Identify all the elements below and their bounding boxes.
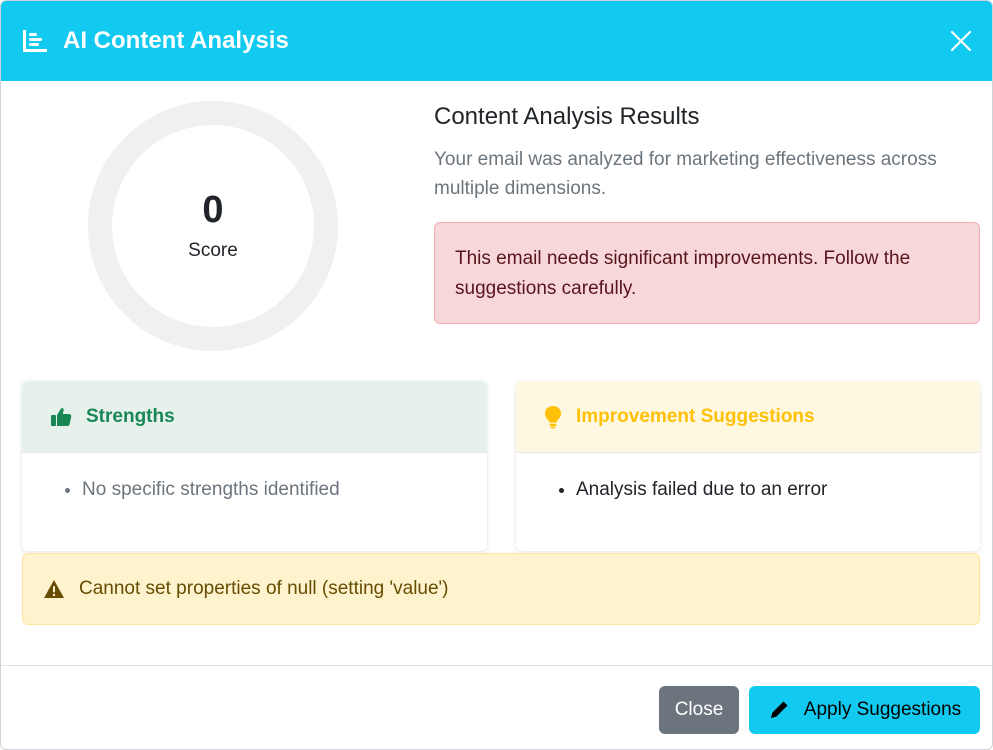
strengths-title: Strengths [86,405,175,427]
chart-bar-icon [21,27,49,55]
modal-title: AI Content Analysis [63,27,289,54]
score-value: 0 [202,189,224,232]
thumbs-up-icon [50,407,72,427]
improvement-alert: This email needs significant improvement… [434,222,980,324]
improvements-list: Analysis failed due to an error [516,453,980,503]
list-item: Analysis failed due to an error [576,477,980,503]
modal-header: AI Content Analysis [1,1,992,81]
pencil-icon [768,699,790,721]
apply-suggestions-label: Apply Suggestions [803,699,962,720]
apply-suggestions-button[interactable]: Apply Suggestions [749,686,980,734]
lightbulb-icon [544,405,562,429]
results-title: Content Analysis Results [434,103,700,130]
modal-footer: Close Apply Suggestions [1,665,992,749]
score-ring: 0 Score [88,101,338,351]
close-button[interactable]: Close [659,686,739,734]
ai-content-analysis-modal: AI Content Analysis 0 Score Content Anal… [0,0,993,750]
results-description: Your email was analyzed for marketing ef… [434,149,937,199]
strengths-list: No specific strengths identified [22,453,487,503]
improvements-title: Improvement Suggestions [576,405,815,427]
strengths-card: Strengths No specific strengths identifi… [22,381,487,551]
error-message: Cannot set properties of null (setting '… [79,578,449,599]
analysis-results: Content Analysis Results Your email was … [434,103,980,203]
improvements-header: Improvement Suggestions [516,381,980,453]
score-label: Score [188,239,238,261]
list-item: No specific strengths identified [82,477,487,503]
strengths-header: Strengths [22,381,487,453]
warning-triangle-icon [43,579,65,599]
error-alert: Cannot set properties of null (setting '… [22,553,980,625]
improvements-card: Improvement Suggestions Analysis failed … [516,381,980,551]
modal-body: 0 Score Content Analysis Results Your em… [1,81,992,665]
close-icon[interactable] [946,26,976,56]
